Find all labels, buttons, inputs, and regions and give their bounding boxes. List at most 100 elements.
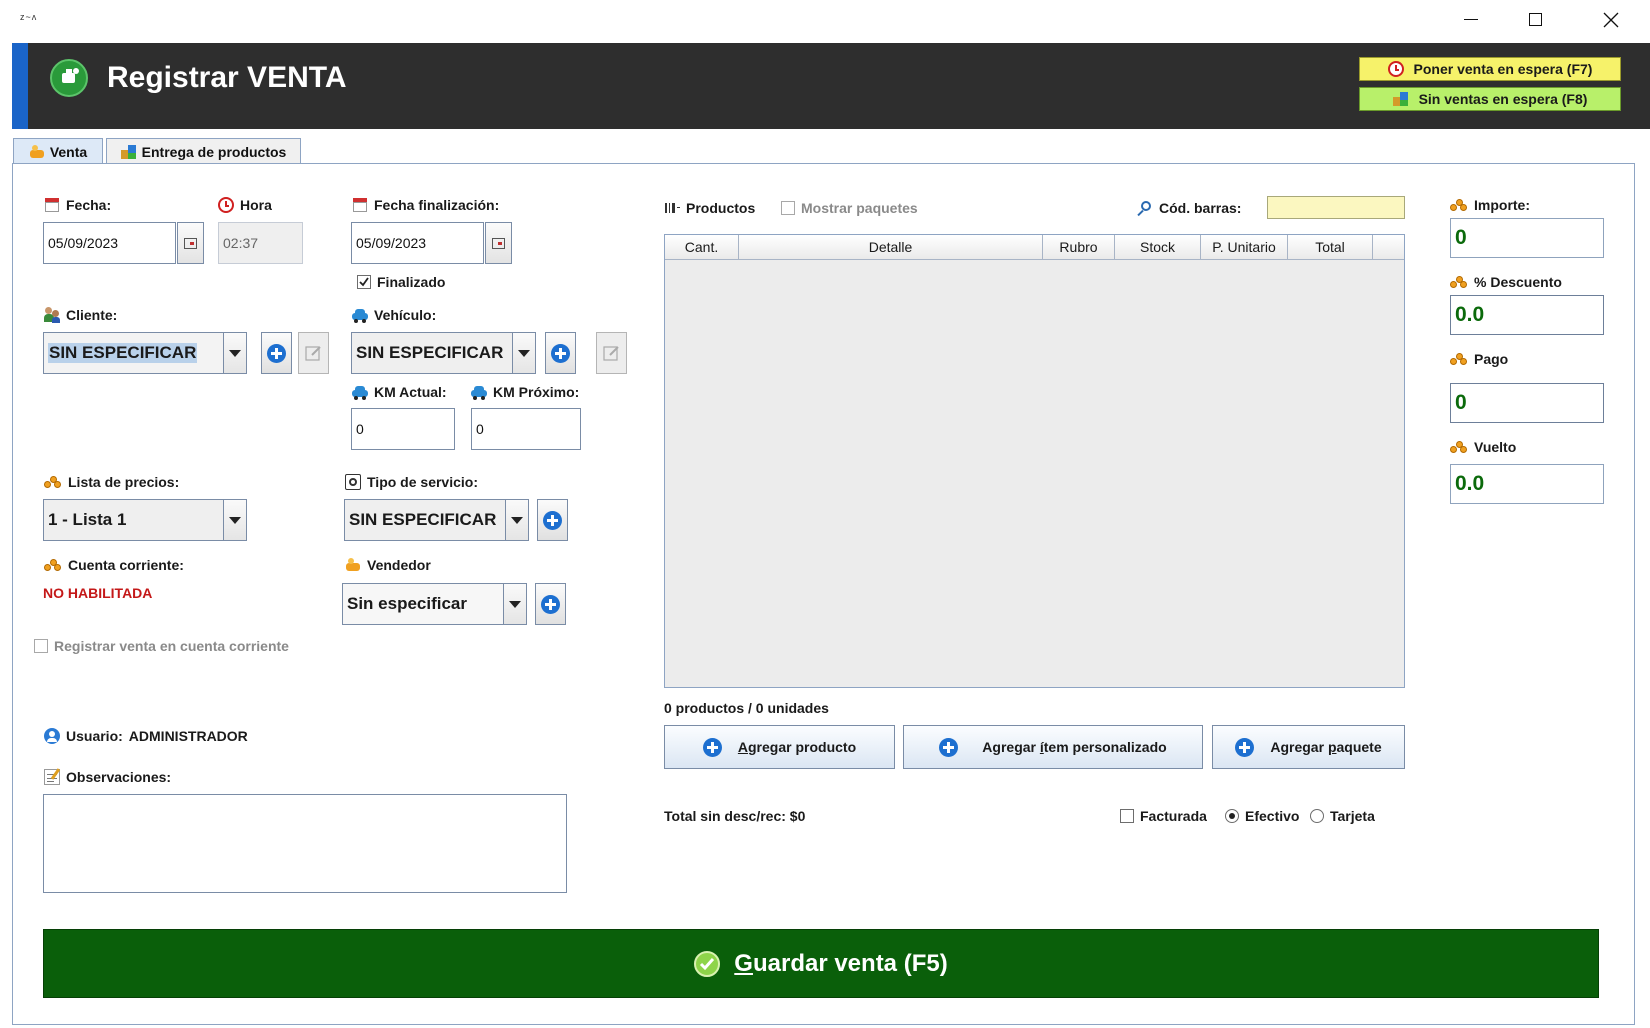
mostrar-paquetes-row[interactable]: Mostrar paquetes (781, 200, 918, 216)
chevron-down-icon[interactable] (512, 333, 535, 373)
car-icon (471, 384, 487, 400)
add-vehiculo-button[interactable] (545, 332, 576, 374)
km-proximo-label-row: KM Próximo: (471, 384, 579, 400)
user-icon (44, 728, 60, 744)
hold-sale-button[interactable]: Poner venta en espera (F7) (1359, 57, 1621, 81)
products-table[interactable]: Cant. Detalle Rubro Stock P. Unitario To… (664, 234, 1405, 688)
hand-coins-icon (345, 557, 361, 573)
notepad-icon (44, 768, 61, 785)
registrar-cc-label: Registrar venta en cuenta corriente (54, 638, 289, 654)
agregar-paquete-button[interactable]: Agregar paquete (1212, 725, 1405, 769)
products-summary: 0 productos / 0 unidades (664, 700, 829, 716)
km-actual-label-row: KM Actual: (352, 384, 447, 400)
tab-entrega-productos[interactable]: Entrega de productos (106, 138, 301, 164)
tab-venta[interactable]: Venta (13, 138, 103, 164)
fecha-calendar-button[interactable] (177, 222, 204, 264)
calendar-picker-icon (492, 237, 505, 249)
cuenta-corriente-status: NO HABILITADA (43, 585, 153, 601)
fecha-input[interactable]: 05/09/2023 (43, 222, 176, 264)
barcode-input[interactable] (1267, 196, 1405, 219)
hold-sale-label: Poner venta en espera (F7) (1413, 61, 1593, 77)
add-tipo-servicio-button[interactable] (537, 499, 568, 541)
calendar-icon (44, 197, 60, 213)
tarjeta-radio[interactable] (1310, 809, 1324, 823)
minimize-button[interactable] (1447, 0, 1495, 40)
lista-precios-select[interactable]: 1 - Lista 1 (43, 499, 247, 541)
facturada-row[interactable]: Facturada (1120, 808, 1207, 824)
pago-label: Pago (1474, 351, 1509, 367)
chevron-down-icon[interactable] (223, 333, 246, 373)
col-rubro[interactable]: Rubro (1043, 235, 1115, 259)
products-table-header: Cant. Detalle Rubro Stock P. Unitario To… (665, 235, 1404, 260)
chevron-down-icon[interactable] (503, 584, 526, 624)
facturada-checkbox[interactable] (1120, 809, 1134, 823)
maximize-button[interactable] (1511, 0, 1559, 40)
tipo-servicio-select[interactable]: SIN ESPECIFICAR (344, 499, 529, 541)
coins-icon (1450, 198, 1468, 212)
finalizado-label: Finalizado (377, 274, 446, 290)
tarjeta-label: Tarjeta (1330, 808, 1375, 824)
pago-input[interactable]: 0 (1450, 383, 1604, 423)
guardar-venta-button[interactable]: Guardar venta (F5) (43, 929, 1599, 998)
finalizado-checkbox[interactable] (357, 275, 371, 289)
vendedor-select[interactable]: Sin especificar (342, 583, 527, 625)
facturada-label: Facturada (1140, 808, 1207, 824)
fecha-fin-input[interactable]: 05/09/2023 (351, 222, 484, 264)
held-sales-button[interactable]: Sin ventas en espera (F8) (1359, 87, 1621, 111)
col-p-unitario[interactable]: P. Unitario (1201, 235, 1288, 259)
col-total[interactable]: Total (1288, 235, 1373, 259)
agregar-producto-label: Agregar producto (737, 739, 857, 755)
tipo-servicio-label: Tipo de servicio: (367, 474, 478, 490)
boxes-icon (120, 144, 137, 160)
tab-venta-label: Venta (49, 143, 88, 160)
vuelto-label-row: Vuelto (1450, 439, 1516, 455)
plus-circle-icon (939, 737, 959, 757)
mostrar-paquetes-checkbox[interactable] (781, 201, 795, 215)
agregar-producto-button[interactable]: Agregar producto (664, 725, 895, 769)
add-cliente-button[interactable] (261, 332, 292, 374)
agregar-paquete-label: Agregar paquete (1270, 739, 1382, 755)
tipo-servicio-value: SIN ESPECIFICAR (349, 510, 497, 529)
efectivo-row[interactable]: Efectivo (1225, 808, 1299, 824)
chevron-down-icon[interactable] (223, 500, 246, 540)
chevron-down-icon[interactable] (505, 500, 528, 540)
add-vendedor-button[interactable] (535, 583, 566, 625)
tarjeta-row[interactable]: Tarjeta (1310, 808, 1375, 824)
col-stock[interactable]: Stock (1115, 235, 1201, 259)
search-icon (1137, 200, 1153, 217)
vehiculo-select[interactable]: SIN ESPECIFICAR (351, 332, 536, 374)
service-icon (345, 474, 361, 490)
cliente-value: SIN ESPECIFICAR (48, 343, 198, 363)
boxes-icon (1392, 91, 1409, 107)
efectivo-radio[interactable] (1225, 809, 1239, 823)
mostrar-paquetes-label: Mostrar paquetes (801, 200, 918, 216)
col-cant[interactable]: Cant. (665, 235, 739, 259)
agregar-item-personalizado-button[interactable]: Agregar ítem personalizado (903, 725, 1203, 769)
edit-vehiculo-button[interactable] (596, 332, 627, 374)
plus-circle-icon (1235, 737, 1255, 757)
km-proximo-input[interactable]: 0 (471, 408, 581, 450)
coins-icon (44, 558, 62, 572)
close-button[interactable] (1587, 0, 1635, 40)
coins-icon (1450, 440, 1468, 454)
minimize-icon (1464, 19, 1478, 20)
coins-icon (1450, 275, 1468, 289)
edit-cliente-button[interactable] (298, 332, 329, 374)
vendedor-label: Vendedor (367, 557, 431, 573)
window-titlebar: ᴢ~ᴧ (0, 0, 1650, 40)
cliente-label-row: Cliente: (44, 307, 117, 323)
fecha-fin-calendar-button[interactable] (485, 222, 512, 264)
total-sin-desc: Total sin desc/rec: $0 (664, 808, 806, 824)
registrar-cc-row[interactable]: Registrar venta en cuenta corriente (34, 638, 289, 654)
finalizado-row[interactable]: Finalizado (357, 274, 445, 290)
col-detalle[interactable]: Detalle (739, 235, 1043, 259)
descuento-input[interactable]: 0.0 (1450, 295, 1604, 335)
observaciones-textarea[interactable] (43, 794, 567, 893)
registrar-cc-checkbox[interactable] (34, 639, 48, 653)
barcode-label: Cód. barras: (1159, 200, 1242, 216)
km-actual-input[interactable]: 0 (351, 408, 455, 450)
vendedor-label-row: Vendedor (345, 557, 431, 573)
cliente-select[interactable]: SIN ESPECIFICAR (43, 332, 247, 374)
header-bar: Registrar VENTA Poner venta en espera (F… (12, 43, 1650, 129)
hora-input: 02:37 (218, 222, 303, 264)
